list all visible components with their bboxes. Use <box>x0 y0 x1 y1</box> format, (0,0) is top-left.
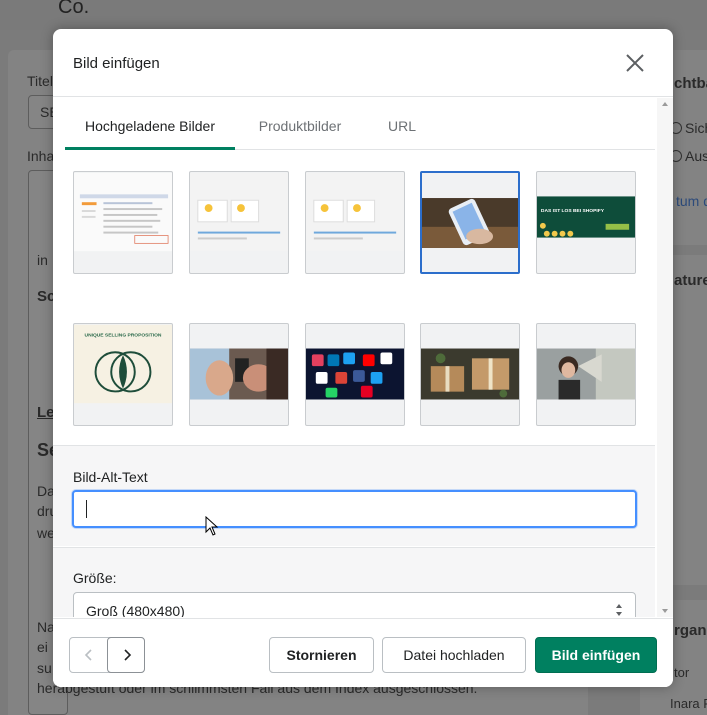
upload-file-button[interactable]: Datei hochladen <box>382 637 526 673</box>
insert-image-button[interactable]: Bild einfügen <box>535 637 657 673</box>
content-label: Inha <box>27 148 55 164</box>
image-thumbnail-3[interactable] <box>305 171 405 274</box>
author-label: tor <box>674 665 690 680</box>
scroll-up-arrow-icon[interactable] <box>662 102 668 106</box>
gift-packages-image <box>421 348 519 400</box>
editor-text-9: su <box>37 660 52 676</box>
image-thumbnail-5[interactable]: DAS IST LOS BEI SHOPIFY <box>536 171 636 274</box>
image-thumbnail-7[interactable] <box>189 323 289 426</box>
scroll-down-arrow-icon[interactable] <box>662 609 668 613</box>
insert-image-modal: Bild einfügen Hochgeladene Bilder Produk… <box>53 29 673 687</box>
select-arrows-icon <box>616 604 622 616</box>
shopify-banner-text: DAS IST LOS BEI SHOPIFY <box>541 208 605 214</box>
tab-uploaded-images[interactable]: Hochgeladene Bilder <box>65 98 235 150</box>
alt-text-label: Bild-Alt-Text <box>73 469 148 485</box>
smartphone-hand-image <box>422 198 518 248</box>
visible-label: Sich <box>685 120 707 136</box>
organization-heading: rgani <box>674 622 707 639</box>
image-thumbnail-1[interactable] <box>73 171 173 274</box>
modal-scrollbar[interactable] <box>657 98 673 617</box>
lightbulb-cards-image <box>190 172 288 252</box>
editor-text-1: in <box>37 252 48 268</box>
hidden-label: Aus <box>685 148 707 164</box>
tab-url[interactable]: URL <box>377 98 427 150</box>
close-button[interactable] <box>623 51 647 75</box>
size-label: Größe: <box>73 570 117 586</box>
cancel-button[interactable]: Stornieren <box>269 637 374 673</box>
editor-text-8: ei <box>37 639 48 655</box>
image-thumbnail-10[interactable] <box>536 323 636 426</box>
set-date-link[interactable]: tum d <box>676 193 707 209</box>
modal-header: Bild einfügen <box>53 29 673 97</box>
editor-text-3: Le <box>37 404 55 421</box>
usp-text: UNIQUE SELLING PROPOSITION <box>85 333 162 339</box>
company-name: Co. <box>58 0 90 18</box>
author-value[interactable]: Inara F <box>670 696 707 711</box>
lightbulb-cards-image-2 <box>306 172 404 252</box>
social-media-icons-image <box>306 348 404 400</box>
alt-text-input[interactable] <box>72 490 637 528</box>
tab-product-images[interactable]: Produktbilder <box>245 98 355 150</box>
image-thumbnail-8[interactable] <box>305 323 405 426</box>
next-page-button[interactable] <box>107 637 145 673</box>
visibility-heading: chtba <box>674 75 707 92</box>
woman-megaphone-image <box>537 348 635 400</box>
modal-footer: Stornieren Datei hochladen Bild einfügen <box>53 618 673 687</box>
hands-phones-image <box>190 348 288 400</box>
text-caret <box>86 500 87 518</box>
chevron-left-icon <box>84 649 92 661</box>
chevron-right-icon <box>124 649 132 661</box>
image-thumbnail-4[interactable] <box>420 171 520 274</box>
modal-body: Hochgeladene Bilder Produktbilder URL DA… <box>53 98 673 617</box>
size-select[interactable]: Groß (480x480) <box>73 592 636 617</box>
mouse-pointer-icon <box>205 516 219 536</box>
size-select-value: Groß (480x480) <box>86 603 185 617</box>
image-thumbnail-2[interactable] <box>189 171 289 274</box>
top-bar <box>0 0 707 30</box>
pagination <box>69 637 145 673</box>
usp-venn-diagram-image: UNIQUE SELLING PROPOSITION <box>74 324 172 404</box>
image-thumbnail-9[interactable] <box>420 323 520 426</box>
close-icon <box>626 54 644 72</box>
previous-page-button[interactable] <box>70 638 107 672</box>
screenshot-table-image <box>74 172 172 252</box>
image-thumbnail-6[interactable]: UNIQUE SELLING PROPOSITION <box>73 323 173 426</box>
modal-title: Bild einfügen <box>73 55 160 72</box>
featured-image-heading: ature <box>674 272 707 289</box>
shopify-banner-image: DAS IST LOS BEI SHOPIFY <box>537 196 635 238</box>
image-source-tabs: Hochgeladene Bilder Produktbilder URL <box>65 98 655 150</box>
title-label: Titel <box>27 73 53 89</box>
